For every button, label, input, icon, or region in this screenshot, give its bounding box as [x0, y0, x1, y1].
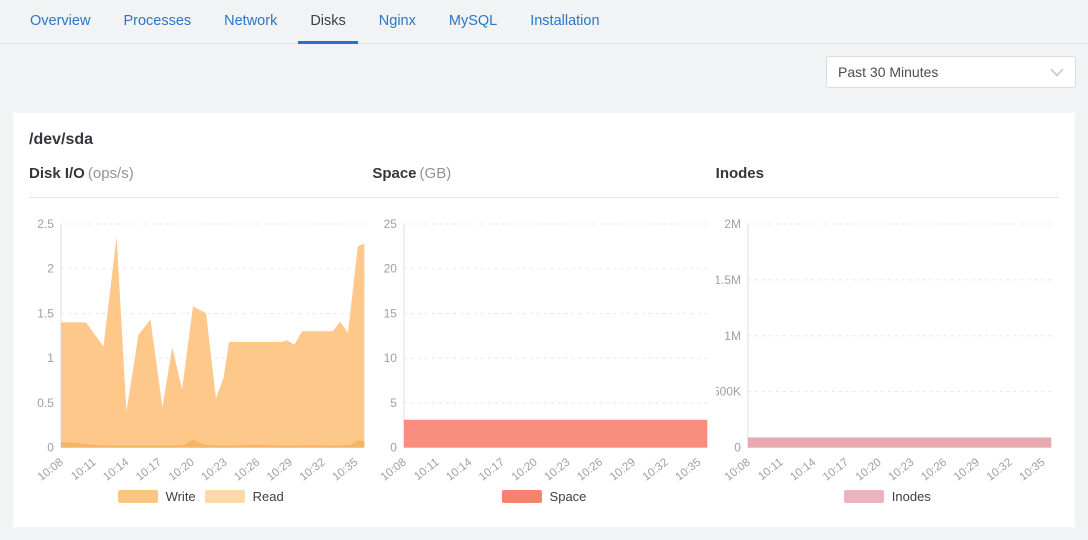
y-tick-label: 10 [384, 351, 398, 365]
chart-disk-io: Disk I/O(ops/s)00.511.522.510:0810:1110:… [29, 161, 372, 504]
x-tick-label: 10:23 [886, 456, 916, 483]
legend-swatch-icon [502, 490, 542, 503]
legend-label: Read [253, 489, 284, 504]
x-tick-label: 10:26 [919, 456, 949, 483]
x-tick-label: 10:20 [853, 456, 883, 483]
y-tick-label: 1 [47, 351, 54, 365]
disk-panel: /dev/sda Disk I/O(ops/s) 0 0.5 1 1.5 2 2.5 10:0… [13, 113, 1075, 527]
x-tick-label: 10:29 [608, 456, 638, 483]
tab-overview[interactable]: Overview [18, 0, 102, 44]
x-tick-label: 10:08 [722, 456, 752, 483]
x-tick-label: 10:32 [641, 456, 671, 483]
legend-label: Space [550, 489, 587, 504]
legend-swatch-icon [205, 490, 245, 503]
y-tick-label: 15 [384, 306, 398, 320]
chart-plot-disk-io[interactable]: 00.511.522.510:0810:1110:1410:1710:2010:… [29, 212, 372, 485]
x-tick-label: 10:35 [1017, 456, 1047, 483]
x-tick-label: 10:14 [445, 456, 475, 484]
x-tick-label: 10:11 [756, 456, 785, 483]
legend-disk-io: Write Read [29, 489, 372, 504]
x-tick-label: 10:23 [543, 456, 573, 483]
x-tick-label: 10:14 [788, 456, 818, 484]
chart-title: Space [372, 165, 416, 182]
area-series-read [61, 236, 364, 447]
legend-label: Write [166, 489, 196, 504]
x-tick-label: 10:26 [576, 456, 606, 483]
x-tick-label: 10:26 [232, 456, 262, 483]
tab-processes[interactable]: Processes [111, 0, 203, 44]
chart-header-disk-io: Disk I/O(ops/s) [29, 161, 372, 198]
chart-unit: (GB) [420, 165, 452, 182]
x-tick-label: 10:11 [69, 456, 98, 483]
area-series-inodes [748, 437, 1051, 447]
chart-space: Space(GB)051015202510:0810:1110:1410:171… [372, 161, 715, 504]
tab-network[interactable]: Network [212, 0, 289, 44]
tab-disks[interactable]: Disks [298, 0, 357, 44]
legend-space: Space [372, 489, 715, 504]
x-tick-label: 10:32 [984, 456, 1014, 483]
y-tick-label: 1M [724, 329, 741, 343]
chevron-down-icon [1050, 68, 1064, 77]
chart-title: Inodes [716, 165, 764, 182]
y-tick-label: 0 [391, 441, 398, 455]
chart-title: Disk I/O [29, 165, 85, 182]
y-tick-label: 0 [734, 441, 741, 455]
chart-plot-space[interactable]: 0 5 10 15 20 25 10:0810:1110:1410:1710:2010:23… [372, 212, 715, 485]
y-tick-label: 0 [47, 441, 54, 455]
x-tick-label: 10:14 [101, 456, 131, 484]
tab-installation[interactable]: Installation [518, 0, 611, 44]
panel-title: /dev/sda [29, 131, 1059, 149]
x-tick-label: 10:20 [510, 456, 540, 483]
charts-row: Disk I/O(ops/s)00.511.522.510:0810:1110:… [29, 161, 1059, 504]
chart-unit: (ops/s) [88, 165, 134, 182]
y-tick-label: 2M [724, 217, 741, 231]
legend-item-read[interactable]: Read [205, 489, 284, 504]
legend-swatch-icon [118, 490, 158, 503]
y-tick-label: 2.5 [37, 217, 54, 231]
time-range-select[interactable]: Past 30 Minutes [826, 56, 1076, 88]
y-tick-label: 5 [391, 396, 398, 410]
tab-nginx[interactable]: Nginx [367, 0, 428, 44]
y-tick-label: 1.5M [716, 273, 741, 287]
x-tick-label: 10:32 [298, 456, 328, 483]
area-series-space [404, 420, 707, 448]
x-tick-label: 10:20 [167, 456, 197, 483]
time-range-value: Past 30 Minutes [838, 64, 938, 80]
y-tick-label: 1.5 [37, 306, 54, 320]
chart-header-inodes: Inodes [716, 161, 1059, 198]
x-tick-label: 10:35 [674, 456, 704, 483]
y-tick-label: 25 [384, 217, 398, 231]
chart-inodes: Inodes0500K1M1.5M2M10:0810:1110:1410:171… [716, 161, 1059, 504]
x-tick-label: 10:08 [36, 456, 66, 483]
x-tick-label: 10:23 [199, 456, 229, 483]
tab-bar: OverviewProcessesNetworkDisksNginxMySQLI… [0, 0, 1088, 44]
x-tick-label: 10:29 [952, 456, 982, 483]
toolbar: Past 30 Minutes [0, 44, 1088, 88]
x-tick-label: 10:08 [379, 456, 409, 483]
legend-inodes: Inodes [716, 489, 1059, 504]
x-tick-label: 10:29 [265, 456, 295, 483]
chart-plot-inodes[interactable]: 0500K1M1.5M2M10:0810:1110:1410:1710:2010… [716, 212, 1059, 485]
legend-item-write[interactable]: Write [118, 489, 196, 504]
legend-label: Inodes [892, 489, 931, 504]
y-tick-label: 2 [47, 262, 54, 276]
x-tick-label: 10:17 [821, 456, 851, 483]
y-tick-label: 0.5 [37, 396, 54, 410]
x-tick-label: 10:17 [477, 456, 507, 483]
x-tick-label: 10:35 [330, 456, 360, 483]
legend-item-inodes[interactable]: Inodes [844, 489, 931, 504]
chart-header-space: Space(GB) [372, 161, 715, 198]
legend-item-space[interactable]: Space [502, 489, 587, 504]
tab-mysql[interactable]: MySQL [437, 0, 509, 44]
y-tick-label: 20 [384, 262, 398, 276]
legend-swatch-icon [844, 490, 884, 503]
x-tick-label: 10:17 [134, 456, 164, 483]
x-tick-label: 10:11 [413, 456, 442, 483]
y-tick-label: 500K [716, 385, 741, 399]
